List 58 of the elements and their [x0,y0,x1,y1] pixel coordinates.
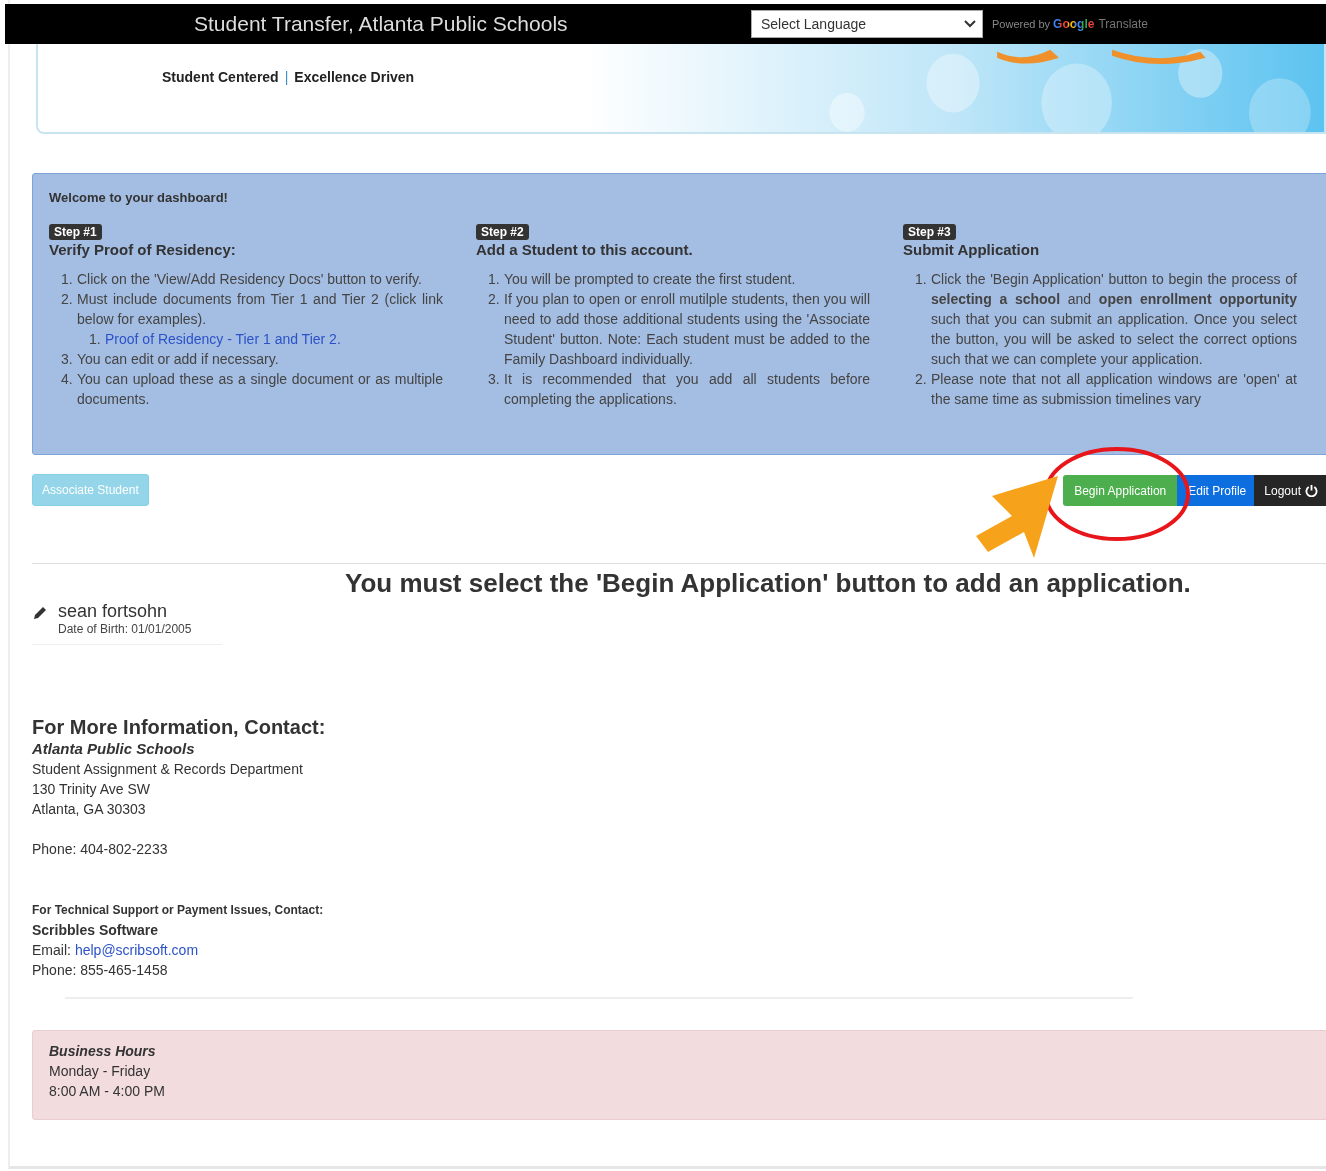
powered-by-text: Powered by [992,18,1051,30]
vendor-name: Scribbles Software [32,921,160,940]
instruction-text: Click on the 'View/Add Residency Docs' button to verify. [77,270,423,289]
instruction-text: Must include documents from Tier 1 and Tier 2 (click link below for examples). [77,290,443,329]
welcome-text: Welcome to your dashboard! [49,190,229,205]
site-title: Student Transfer, Atlanta Public Schools [194,12,569,36]
hours-days: Monday - Friday [49,1061,1326,1081]
begin-application-button[interactable]: Begin Application [1063,475,1178,506]
phone-text: Phone: 404-802-2233 [32,840,169,859]
google-logo: Google [1053,17,1095,31]
hours-title: Business Hours [49,1042,157,1061]
list-number: 1. [61,270,74,289]
instruction-text: You will be prompted to create the first student. [504,270,797,289]
student-name: sean fortsohn [58,601,169,622]
instruction-text: It is recommended that you add all students before completing the applications. [504,370,870,409]
list-number: 1. [89,330,102,349]
list-number: 2. [915,370,928,389]
logout-button[interactable]: Logout [1254,475,1326,506]
address-line: Student Assignment & Records Department [32,760,304,779]
tagline-text: Excellence Driven [294,69,415,85]
instruction-text: Click the 'Begin Application' button to begin the process of selecting a school and open enrollment opportunity such that you can submit an application. Once you select the button, you will be asked to select the correct options such that we can complete your application. [931,270,1297,369]
language-select[interactable]: Select Language [751,10,983,38]
organization-name: Atlanta Public Schools [32,739,196,759]
address-line: Atlanta, GA 30303 [32,800,147,819]
step-title: Submit Application [903,241,1041,258]
list-number: 2. [61,290,74,309]
email-link[interactable]: help@scribsoft.com [74,942,199,958]
tagline-text: Student Centered [162,69,279,85]
instruction-text: If you plan to open or enroll mutilple students, then you will need to add those additional students using the 'Associate Student' button. Note: Each student must be added to the Family Dashboard individually. [504,290,870,369]
edit-profile-button[interactable]: Edit Profile [1177,475,1255,506]
pencil-icon[interactable] [32,605,48,621]
notice-heading: You must select the 'Begin Application' button to add an application. [345,568,1192,599]
list-number: 3. [61,350,74,369]
caret-icon [964,20,976,28]
list-number: 2. [488,290,501,309]
list-number: 1. [915,270,928,289]
list-number: 1. [488,270,501,289]
instruction-text: You can edit or add if necessary. [77,350,280,369]
tagline-separator: | [284,69,289,85]
phone-text: Phone: 855-465-1458 [32,961,169,980]
step-badge: Step #2 [476,224,529,240]
translate-link[interactable]: Translate [1098,17,1148,31]
instruction-text: You can upload these as a single document or as multiple documents. [77,370,443,409]
instruction-text: Please note that not all application windows are 'open' at the same time as submission timelines vary [931,370,1297,409]
step-title: Verify Proof of Residency: [49,241,237,258]
power-icon [1305,484,1318,497]
date-of-birth: Date of Birth: 01/01/2005 [58,622,192,636]
contact-heading: For More Information, Contact: [32,715,327,739]
step-badge: Step #1 [49,224,102,240]
residency-link[interactable]: Proof of Residency - Tier 1 and Tier 2. [105,329,341,349]
list-number: 3. [488,370,501,389]
support-heading: For Technical Support or Payment Issues, Contact: [32,902,325,919]
address-line: 130 Trinity Ave SW [32,780,151,799]
step-badge: Step #3 [903,224,956,240]
step-title: Add a Student to this account. [476,241,694,258]
hours-time: 8:00 AM - 4:00 PM [49,1082,166,1101]
email-label: Email: [32,942,71,958]
list-number: 4. [61,370,74,389]
